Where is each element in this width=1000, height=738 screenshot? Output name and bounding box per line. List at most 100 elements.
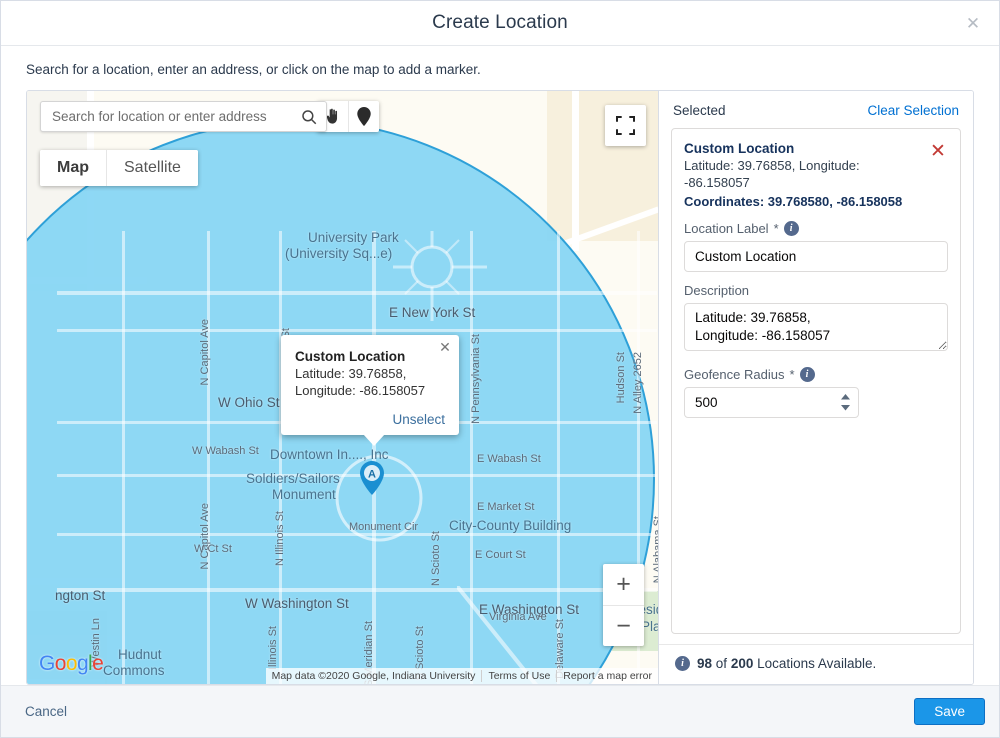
stepper-buttons[interactable] bbox=[839, 392, 852, 413]
unselect-link[interactable]: Unselect bbox=[295, 412, 445, 427]
info-icon[interactable]: i bbox=[799, 366, 815, 382]
selection-panel-header: Selected Clear Selection bbox=[659, 91, 973, 128]
map-type-toggle[interactable]: Map Satellite bbox=[40, 150, 198, 186]
map-street-label: Soldiers/Sailors bbox=[246, 471, 340, 486]
locations-available-status: i 98 of 200 Locations Available. bbox=[659, 644, 973, 684]
map-street-label: E Wabash St bbox=[477, 453, 541, 465]
close-icon[interactable]: ✕ bbox=[959, 9, 987, 37]
attribution-map-data: Map data ©2020 Google, Indiana Universit… bbox=[271, 670, 476, 682]
zoom-out-button[interactable]: − bbox=[603, 605, 644, 646]
content-row: University Park (University Sq...e) E New … bbox=[26, 90, 974, 685]
selection-card-coordinates: Coordinates: 39.768580, -86.158058 bbox=[684, 193, 903, 209]
description-field: Description Latitude: 39.76858, Longitud… bbox=[684, 283, 948, 356]
map-pin-icon: A bbox=[360, 461, 384, 495]
geofence-radius-input[interactable] bbox=[684, 386, 859, 418]
locations-available-text: 98 of 200 Locations Available. bbox=[697, 656, 876, 671]
map-pane[interactable]: University Park (University Sq...e) E New … bbox=[27, 91, 659, 684]
map-road-overlay bbox=[57, 329, 657, 332]
marker-letter: A bbox=[368, 469, 376, 481]
map-street-label: (University Sq...e) bbox=[285, 246, 393, 261]
map-road-overlay bbox=[122, 231, 125, 684]
search-input[interactable] bbox=[52, 109, 300, 124]
page-title: Create Location bbox=[432, 12, 568, 33]
info-window-latitude: Latitude: 39.76858, bbox=[295, 366, 407, 381]
locations-total-count: 200 bbox=[730, 656, 754, 671]
map-search-box[interactable] bbox=[40, 101, 327, 132]
zoom-in-button[interactable]: + bbox=[603, 564, 644, 605]
map-street-label: University Park bbox=[308, 230, 399, 245]
selection-card-title: Custom Location bbox=[684, 141, 795, 156]
geofence-radius-field: Geofence Radius * i bbox=[684, 366, 948, 418]
stepper-down-icon[interactable] bbox=[839, 403, 852, 413]
chevron-down-icon bbox=[841, 404, 850, 411]
map-street-label: Hudnut bbox=[118, 647, 162, 662]
map-street-label: Commons bbox=[103, 663, 165, 678]
clear-selection-button[interactable]: Clear Selection bbox=[867, 103, 959, 118]
create-location-dialog: Create Location ✕ Search for a location,… bbox=[0, 0, 1000, 738]
map-street-label: City-County Building bbox=[449, 518, 572, 533]
dialog-body: Search for a location, enter an address,… bbox=[1, 46, 999, 685]
logo-letter: G bbox=[39, 652, 55, 675]
attribution-report-link[interactable]: Report a map error bbox=[556, 670, 658, 682]
chevron-up-icon bbox=[841, 393, 850, 400]
selection-card-header: Custom Location Latitude: 39.76858, Long… bbox=[684, 141, 948, 210]
map-type-satellite-button[interactable]: Satellite bbox=[106, 150, 198, 186]
pin-glyph bbox=[357, 107, 371, 126]
cancel-button[interactable]: Cancel bbox=[15, 698, 77, 725]
map-street-label: ngton St bbox=[55, 588, 106, 603]
map-street-label: N Alabama St bbox=[652, 516, 659, 583]
map-street-label: W Wabash St bbox=[192, 445, 259, 457]
map-canvas[interactable]: University Park (University Sq...e) E New … bbox=[27, 91, 658, 684]
map-street-label: N Alley 2652 bbox=[632, 352, 644, 414]
map-attribution: Map data ©2020 Google, Indiana Universit… bbox=[265, 668, 658, 684]
map-type-map-button[interactable]: Map bbox=[40, 150, 106, 186]
locations-used-count: 98 bbox=[697, 656, 713, 671]
google-logo: Google bbox=[39, 652, 104, 676]
map-street-label: W Ct St bbox=[194, 543, 232, 555]
location-label-field: Location Label * i bbox=[684, 220, 948, 272]
selection-card-subtitle: Latitude: 39.76858, Longitude: -86.15805… bbox=[684, 158, 860, 191]
map-road-overlay bbox=[57, 291, 657, 295]
map-info-window: ✕ Custom Location Latitude: 39.76858, Lo… bbox=[281, 335, 459, 447]
location-marker[interactable]: A bbox=[360, 461, 384, 500]
locations-available-suffix: Locations Available. bbox=[757, 656, 877, 671]
selected-label: Selected bbox=[673, 103, 726, 118]
location-label-input[interactable] bbox=[684, 240, 948, 272]
map-street-label: W Ohio St bbox=[218, 395, 280, 410]
map-street-label: N Illinois St bbox=[274, 511, 286, 567]
logo-letter: g bbox=[76, 652, 89, 675]
location-label-text: Location Label bbox=[684, 220, 769, 236]
map-street-label: W Washington St bbox=[245, 596, 349, 611]
selection-card: Custom Location Latitude: 39.76858, Long… bbox=[671, 128, 961, 634]
info-window-close-icon[interactable]: ✕ bbox=[437, 339, 453, 355]
map-street-label: N Pennsylvania St bbox=[470, 334, 482, 424]
map-zoom-controls[interactable]: + − bbox=[603, 564, 644, 646]
fullscreen-glyph bbox=[616, 116, 635, 135]
remove-x-icon[interactable]: ✕ bbox=[928, 141, 948, 161]
info-icon: i bbox=[675, 656, 690, 671]
fullscreen-icon[interactable] bbox=[605, 105, 646, 146]
map-street-label: N Capitol Ave bbox=[199, 503, 211, 570]
map-road bbox=[572, 91, 579, 251]
geofence-radius-stepper[interactable] bbox=[684, 386, 859, 418]
description-label-text: Description bbox=[684, 282, 750, 298]
map-street-label: Virginia Ave bbox=[489, 611, 547, 623]
save-button[interactable]: Save bbox=[914, 698, 985, 725]
search-icon[interactable] bbox=[300, 108, 318, 126]
logo-letter: o bbox=[65, 652, 78, 675]
logo-letter: e bbox=[92, 652, 104, 675]
logo-letter: o bbox=[54, 652, 67, 675]
map-street-label: E New York St bbox=[389, 305, 476, 320]
map-street-label: Monument bbox=[272, 487, 336, 502]
map-street-label: Hudson St bbox=[615, 352, 627, 404]
description-label: Description bbox=[684, 283, 948, 298]
info-icon[interactable]: i bbox=[783, 220, 799, 236]
stepper-up-icon[interactable] bbox=[839, 392, 852, 402]
description-textarea[interactable]: Latitude: 39.76858, Longitude: -86.15805… bbox=[684, 302, 948, 351]
map-street-label: Downtown In...., Inc bbox=[270, 447, 389, 462]
required-asterisk: * bbox=[789, 366, 795, 382]
drop-marker-icon[interactable] bbox=[348, 101, 379, 132]
attribution-terms-link[interactable]: Terms of Use bbox=[481, 670, 556, 682]
location-label-label: Location Label * i bbox=[684, 220, 948, 236]
map-road-overlay bbox=[207, 231, 210, 684]
